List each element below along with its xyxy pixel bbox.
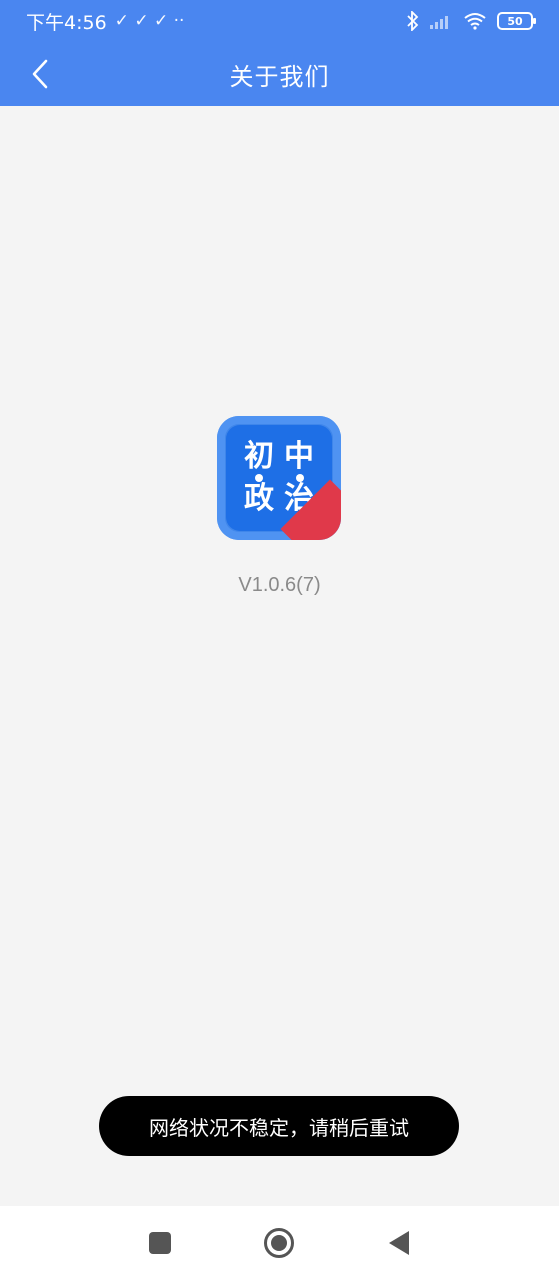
wifi-icon bbox=[464, 13, 486, 30]
triangle-back-icon bbox=[389, 1231, 410, 1255]
header: 下午4:56 ✓ ✓ ✓ ·· 50 关于我们 bbox=[0, 0, 559, 106]
logo-dot-2 bbox=[296, 474, 304, 482]
app-version: V1.0.6(7) bbox=[238, 574, 321, 596]
logo-char-3: 政 bbox=[244, 481, 274, 516]
about-content: 初 中 政 治 V1.0.6(7) 网络状况不稳定，请稍后重试 bbox=[0, 106, 559, 1206]
back-nav-button[interactable] bbox=[375, 1219, 423, 1267]
toast-text: 网络状况不稳定，请稍后重试 bbox=[149, 1115, 409, 1140]
status-right: 50 bbox=[407, 11, 536, 31]
status-time: 下午4:56 bbox=[26, 11, 107, 34]
battery-icon: 50 bbox=[497, 12, 536, 30]
logo-char-1: 初 bbox=[244, 439, 274, 474]
app-bar: 关于我们 bbox=[0, 42, 559, 106]
notification-icons: ✓ ✓ ✓ ·· bbox=[114, 11, 185, 31]
signal-icon bbox=[430, 16, 448, 29]
logo-dot-1 bbox=[255, 474, 263, 482]
status-bar: 下午4:56 ✓ ✓ ✓ ·· 50 bbox=[0, 0, 559, 42]
system-nav-bar bbox=[0, 1206, 559, 1280]
toast-message: 网络状况不稳定，请稍后重试 bbox=[99, 1096, 459, 1156]
page-title: 关于我们 bbox=[229, 62, 330, 91]
back-button[interactable] bbox=[18, 52, 62, 96]
status-left: 下午4:56 ✓ ✓ ✓ ·· bbox=[26, 8, 184, 35]
app-logo: 初 中 政 治 bbox=[217, 416, 341, 540]
bluetooth-icon bbox=[407, 11, 419, 31]
home-button[interactable] bbox=[255, 1219, 303, 1267]
circle-home-icon bbox=[264, 1228, 295, 1258]
battery-level: 50 bbox=[507, 14, 523, 28]
chevron-left-icon bbox=[32, 59, 48, 89]
square-icon bbox=[148, 1232, 171, 1254]
recents-button[interactable] bbox=[136, 1219, 184, 1267]
logo-char-2: 中 bbox=[284, 439, 314, 474]
